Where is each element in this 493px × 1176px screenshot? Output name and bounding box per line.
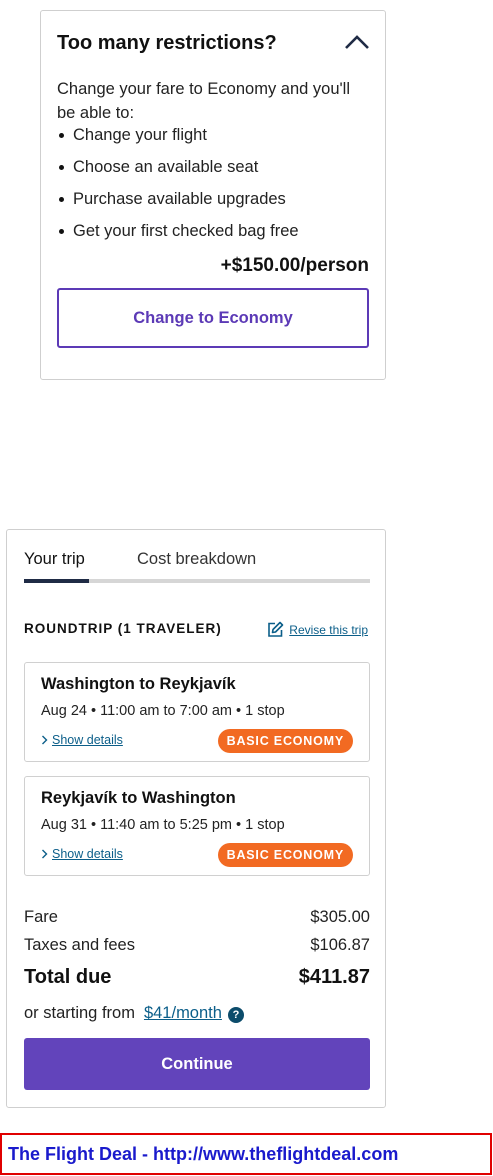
tab-cost-breakdown[interactable]: Cost breakdown <box>137 550 256 569</box>
total-label: Total due <box>24 966 112 988</box>
upgrade-price: +$150.00/person <box>220 255 369 276</box>
fare-value: $305.00 <box>310 908 370 926</box>
chevron-right-icon <box>42 735 48 745</box>
taxes-row: Taxes and fees $106.87 <box>24 936 370 955</box>
total-value: $411.87 <box>298 966 370 988</box>
watermark-banner: The Flight Deal - http://www.theflightde… <box>0 1133 492 1175</box>
fare-class-badge: BASIC ECONOMY <box>217 843 353 867</box>
show-details-link[interactable]: Show details <box>41 733 123 747</box>
benefit-list: Change your flight Choose an available s… <box>57 123 299 251</box>
flight-details: Aug 24 • 11:00 am to 7:00 am • 1 stop <box>41 703 285 719</box>
edit-icon <box>268 621 284 637</box>
tab-your-trip[interactable]: Your trip <box>24 550 85 569</box>
show-details-label[interactable]: Show details <box>52 847 123 861</box>
revise-trip-link[interactable]: Revise this trip <box>267 621 368 638</box>
fare-class-badge: BASIC ECONOMY <box>217 729 353 753</box>
flight-card-return: Reykjavík to Washington Aug 31 • 11:40 a… <box>24 776 370 876</box>
revise-trip-label[interactable]: Revise this trip <box>289 623 368 637</box>
chevron-right-icon <box>42 849 48 859</box>
benefit-item: Choose an available seat <box>57 155 299 187</box>
show-details-label[interactable]: Show details <box>52 733 123 747</box>
chevron-up-icon[interactable] <box>344 33 370 51</box>
benefit-item: Get your first checked bag free <box>57 219 299 251</box>
starting-label: or starting from <box>24 1004 135 1022</box>
taxes-value: $106.87 <box>310 936 370 954</box>
restrictions-intro: Change your fare to Economy and you'll b… <box>57 80 350 122</box>
continue-button[interactable]: Continue <box>24 1038 370 1090</box>
tab-active-indicator <box>24 579 89 583</box>
flight-route: Washington to Reykjavík <box>41 675 236 693</box>
question-mark-icon[interactable]: ? <box>227 1007 244 1023</box>
benefit-item: Change your flight <box>57 123 299 155</box>
total-row: Total due $411.87 <box>24 966 370 989</box>
monthly-amount-link[interactable]: $41/month <box>144 1004 222 1023</box>
flight-details: Aug 31 • 11:40 am to 5:25 pm • 1 stop <box>41 817 285 833</box>
taxes-label: Taxes and fees <box>24 936 135 954</box>
trip-summary-card: Your trip Cost breakdown ROUNDTRIP (1 TR… <box>6 529 386 1108</box>
restrictions-card: Too many restrictions? Change your fare … <box>40 10 386 380</box>
change-to-economy-button[interactable]: Change to Economy <box>57 288 369 348</box>
monthly-financing: or starting from $41/month ? <box>24 1004 244 1023</box>
restrictions-title: Too many restrictions? <box>57 32 277 54</box>
roundtrip-label: ROUNDTRIP (1 TRAVELER) <box>24 621 222 636</box>
flight-route: Reykjavík to Washington <box>41 789 236 807</box>
watermark-text: The Flight Deal - http://www.theflightde… <box>8 1143 399 1164</box>
fare-row: Fare $305.00 <box>24 908 370 927</box>
fare-label: Fare <box>24 908 58 926</box>
benefit-item: Purchase available upgrades <box>57 187 299 219</box>
flight-card-outbound: Washington to Reykjavík Aug 24 • 11:00 a… <box>24 662 370 762</box>
show-details-link[interactable]: Show details <box>41 847 123 861</box>
